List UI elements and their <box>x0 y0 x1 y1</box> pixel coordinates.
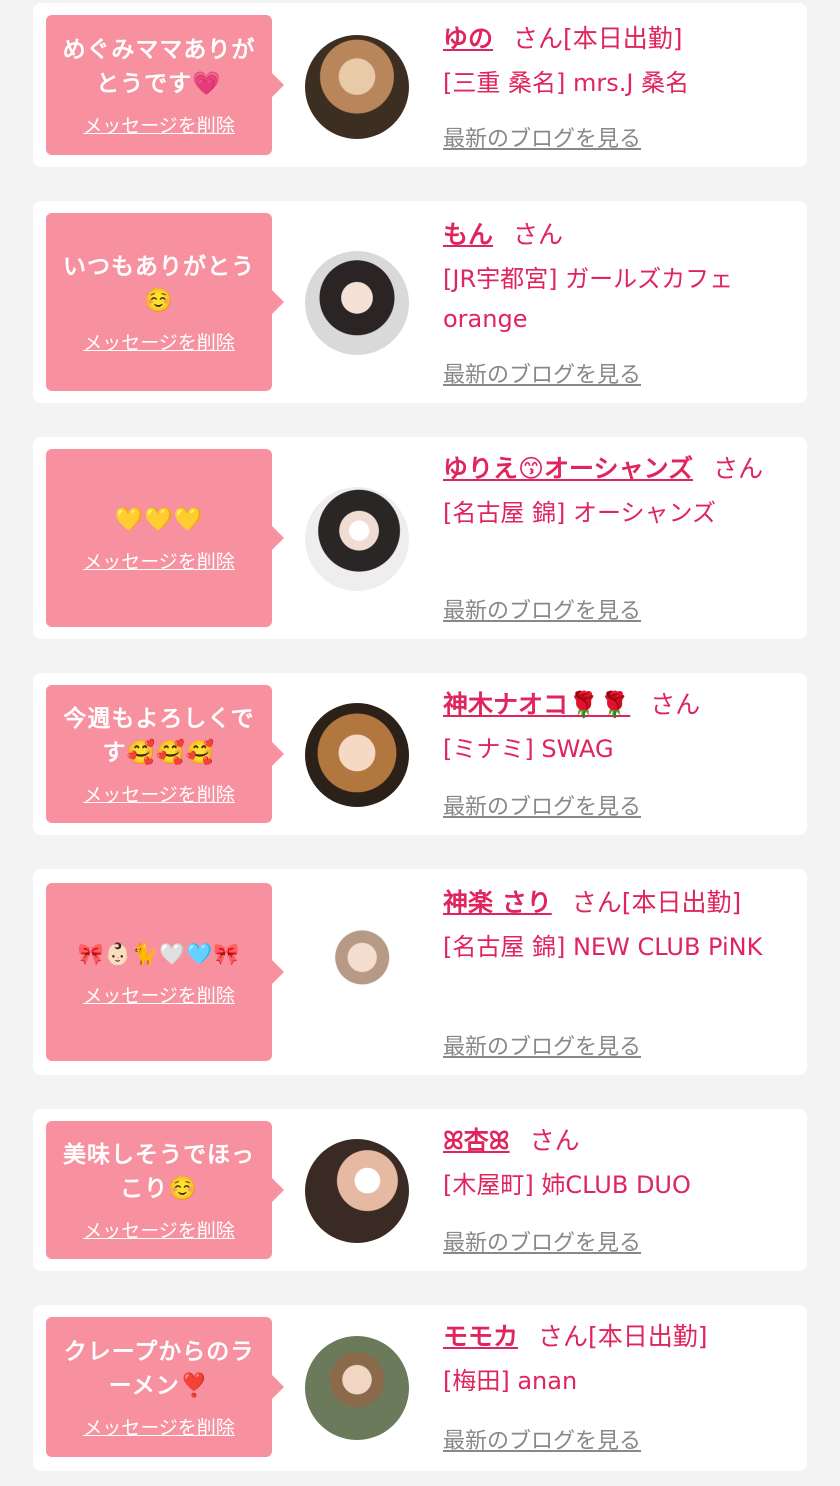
girl-info: 神楽 さり さん[本日出勤] [名古屋 錦] NEW CLUB PiNK <box>443 883 793 967</box>
message-text: 美味しそうでほっこり☺️ <box>63 1141 255 1202</box>
girl-name-link[interactable]: 神楽 さり <box>443 888 552 917</box>
message-bubble: 美味しそうでほっこり☺️ メッセージを削除 <box>46 1121 284 1259</box>
delete-message-link[interactable]: メッセージを削除 <box>83 547 235 574</box>
avatar[interactable] <box>305 251 409 355</box>
attendance-tag: [本日出勤] <box>563 24 683 53</box>
girl-name-link[interactable]: 神木ナオコ🌹🌹 <box>443 690 630 719</box>
girl-name-link[interactable]: ꕤ杏ꕤ <box>443 1126 510 1155</box>
favorite-card: いつもありがとう☺️ メッセージを削除 もん さん [JR宇都宮] ガールズカフェ… <box>33 201 807 403</box>
girl-info: ꕤ杏ꕤ さん [木屋町] 姉CLUB DUO <box>443 1121 793 1205</box>
delete-message-link[interactable]: メッセージを削除 <box>83 1413 235 1440</box>
girl-info: ゆりえ😙オーシャンズ さん [名古屋 錦] オーシャンズ <box>443 449 793 533</box>
latest-blog-link[interactable]: 最新のブログを見る <box>443 593 641 625</box>
girl-name-link[interactable]: もん <box>443 220 493 249</box>
message-text: クレープからのラーメン❣️ <box>63 1338 255 1399</box>
avatar[interactable] <box>305 1139 409 1243</box>
latest-blog-link[interactable]: 最新のブログを見る <box>443 1225 641 1257</box>
message-bubble: 🎀👶🏻🐈🤍🩵🎀 メッセージを削除 <box>46 883 284 1061</box>
girl-info: もん さん [JR宇都宮] ガールズカフェorange <box>443 215 793 339</box>
message-text: 💛💛💛 <box>114 506 204 533</box>
latest-blog-link[interactable]: 最新のブログを見る <box>443 789 641 821</box>
attendance-tag: [本日出勤] <box>621 888 742 917</box>
girl-info: モモカ さん[本日出勤] [梅田] anan <box>443 1317 793 1401</box>
avatar[interactable] <box>305 487 409 591</box>
san-label: さん <box>571 888 622 917</box>
shop-info: [三重 桑名] mrs.J 桑名 <box>443 69 690 97</box>
avatar[interactable] <box>305 703 409 807</box>
latest-blog-link[interactable]: 最新のブログを見る <box>443 1423 641 1455</box>
girl-info: 神木ナオコ🌹🌹 さん [ミナミ] SWAG <box>443 685 793 769</box>
san-label: さん <box>538 1322 589 1351</box>
message-text: 今週もよろしくです🥰🥰🥰 <box>63 705 255 766</box>
shop-info: [JR宇都宮] ガールズカフェorange <box>443 265 734 333</box>
girl-name-link[interactable]: モモカ <box>443 1322 518 1351</box>
shop-info: [ミナミ] SWAG <box>443 735 614 763</box>
message-bubble: いつもありがとう☺️ メッセージを削除 <box>46 213 284 391</box>
latest-blog-link[interactable]: 最新のブログを見る <box>443 1029 641 1061</box>
latest-blog-link[interactable]: 最新のブログを見る <box>443 121 641 153</box>
san-label: さん <box>513 24 564 53</box>
message-text: めぐみママありがとうです💗 <box>62 36 256 97</box>
shop-info: [名古屋 錦] NEW CLUB PiNK <box>443 933 763 961</box>
delete-message-link[interactable]: メッセージを削除 <box>83 981 235 1008</box>
message-text: いつもありがとう☺️ <box>63 253 255 314</box>
delete-message-link[interactable]: メッセージを削除 <box>83 780 235 807</box>
shop-info: [名古屋 錦] オーシャンズ <box>443 499 717 527</box>
girl-name-link[interactable]: ゆの <box>443 24 493 53</box>
favorite-card: 💛💛💛 メッセージを削除 ゆりえ😙オーシャンズ さん [名古屋 錦] オーシャンズ… <box>33 437 807 639</box>
san-label: さん <box>513 220 564 249</box>
girl-name-link[interactable]: ゆりえ😙オーシャンズ <box>443 454 693 483</box>
san-label: さん <box>529 1126 580 1155</box>
shop-info: [梅田] anan <box>443 1367 578 1395</box>
message-bubble: 💛💛💛 メッセージを削除 <box>46 449 284 627</box>
shop-info: [木屋町] 姉CLUB DUO <box>443 1171 691 1199</box>
favorite-card: めぐみママありがとうです💗 メッセージを削除 ゆの さん[本日出勤] [三重 桑名… <box>33 3 807 167</box>
favorite-card: クレープからのラーメン❣️ メッセージを削除 モモカ さん[本日出勤] [梅田] … <box>33 1305 807 1471</box>
girl-info: ゆの さん[本日出勤] [三重 桑名] mrs.J 桑名 <box>443 19 793 103</box>
avatar[interactable] <box>305 1336 409 1440</box>
message-bubble: 今週もよろしくです🥰🥰🥰 メッセージを削除 <box>46 685 284 823</box>
delete-message-link[interactable]: メッセージを削除 <box>83 1216 235 1243</box>
delete-message-link[interactable]: メッセージを削除 <box>83 111 235 138</box>
san-label: さん <box>650 690 701 719</box>
avatar[interactable] <box>305 35 409 139</box>
message-bubble: めぐみママありがとうです💗 メッセージを削除 <box>46 15 284 155</box>
message-text: 🎀👶🏻🐈🤍🩵🎀 <box>77 941 241 966</box>
latest-blog-link[interactable]: 最新のブログを見る <box>443 357 641 389</box>
favorite-card: 美味しそうでほっこり☺️ メッセージを削除 ꕤ杏ꕤ さん [木屋町] 姉CLUB … <box>33 1109 807 1271</box>
san-label: さん <box>713 454 764 483</box>
attendance-tag: [本日出勤] <box>588 1322 708 1351</box>
message-bubble: クレープからのラーメン❣️ メッセージを削除 <box>46 1317 284 1457</box>
favorite-card: 🎀👶🏻🐈🤍🩵🎀 メッセージを削除 神楽 さり さん[本日出勤] [名古屋 錦] N… <box>33 869 807 1075</box>
delete-message-link[interactable]: メッセージを削除 <box>83 328 235 355</box>
avatar[interactable] <box>305 921 409 1025</box>
favorite-card: 今週もよろしくです🥰🥰🥰 メッセージを削除 神木ナオコ🌹🌹 さん [ミナミ] SW… <box>33 673 807 835</box>
